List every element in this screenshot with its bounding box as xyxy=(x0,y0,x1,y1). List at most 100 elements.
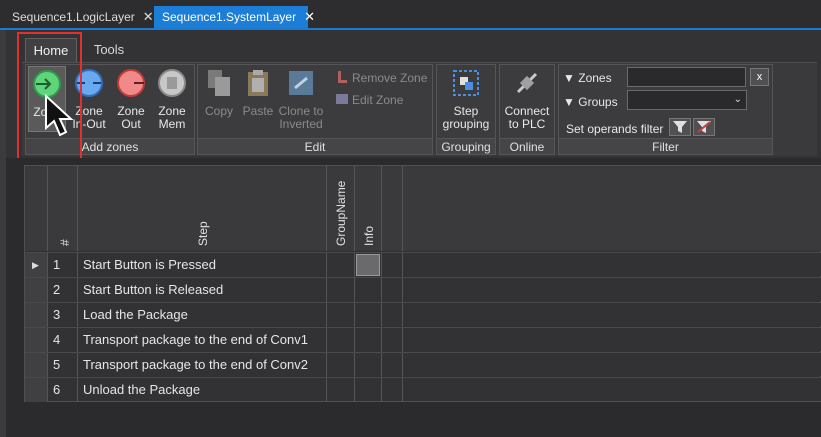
group-label: Filter xyxy=(559,138,772,154)
header-groupname-label: GroupName xyxy=(334,180,348,246)
groups-label: Groups xyxy=(578,95,618,109)
header-number[interactable]: # xyxy=(48,166,78,251)
step-grouping-label: Step grouping xyxy=(442,104,490,131)
header-extra xyxy=(382,166,403,251)
row-number: 3 xyxy=(48,303,78,327)
tab-logic-layer[interactable]: Sequence1.LogicLayer ✕ xyxy=(4,6,154,28)
table-row[interactable]: ▶ 1 Start Button is Pressed xyxy=(25,252,821,277)
zone-out-button[interactable]: Zone Out xyxy=(112,66,150,132)
zones-filter-input[interactable] xyxy=(627,67,746,87)
groups-filter-label: ▼ Groups xyxy=(563,92,618,112)
paste-button[interactable]: Paste xyxy=(239,66,277,132)
funnel-icon xyxy=(673,121,687,133)
row-info[interactable] xyxy=(355,328,382,352)
edit-zone-button[interactable]: Edit Zone xyxy=(336,90,403,110)
tab-system-layer[interactable]: Sequence1.SystemLayer ✕ xyxy=(154,6,315,28)
row-number: 1 xyxy=(48,253,78,277)
close-icon[interactable]: ✕ xyxy=(304,9,315,24)
set-operands-filter-label: Set operands filter xyxy=(566,122,664,136)
operands-filter-button[interactable] xyxy=(669,118,691,136)
highlight-box xyxy=(17,32,82,161)
paste-icon xyxy=(248,70,268,96)
connect-to-plc-button[interactable]: Connect to PLC xyxy=(500,66,554,132)
row-info[interactable] xyxy=(355,353,382,377)
row-step[interactable]: Unload the Package xyxy=(78,378,327,402)
row-extra xyxy=(382,303,403,327)
row-groupname[interactable] xyxy=(327,328,355,352)
row-extra xyxy=(382,253,403,277)
row-indicator[interactable] xyxy=(25,303,48,327)
header-step-label: Step xyxy=(196,221,210,246)
funnel-icon: ▼ xyxy=(563,95,575,109)
zones-filter-label: ▼ Zones xyxy=(563,68,612,88)
table-row[interactable]: 3 Load the Package xyxy=(25,302,821,327)
ribbon-tab-tools[interactable]: Tools xyxy=(84,38,134,62)
copy-button[interactable]: Copy xyxy=(200,66,238,132)
row-extra xyxy=(382,278,403,302)
header-indicator xyxy=(25,166,48,251)
table-row[interactable]: 2 Start Button is Released xyxy=(25,277,821,302)
row-number: 2 xyxy=(48,278,78,302)
row-number: 4 xyxy=(48,328,78,352)
row-info[interactable] xyxy=(355,378,382,402)
chevron-down-icon: ⌄ xyxy=(733,94,742,105)
row-groupname[interactable] xyxy=(327,303,355,327)
groups-filter-select[interactable]: ⌄ xyxy=(627,90,747,110)
clone-to-inverted-button[interactable]: Clone to Inverted xyxy=(277,66,325,132)
step-grouping-icon xyxy=(453,70,479,96)
row-groupname[interactable] xyxy=(327,253,355,277)
row-number: 5 xyxy=(48,353,78,377)
zone-mem-label: Zone Mem xyxy=(158,104,186,131)
zone-mem-button[interactable]: Zone Mem xyxy=(153,66,191,132)
clear-operands-filter-button[interactable] xyxy=(693,118,715,136)
zones-label: Zones xyxy=(578,71,612,85)
row-groupname[interactable] xyxy=(327,278,355,302)
current-row-arrow-icon: ▶ xyxy=(32,260,39,270)
plug-icon xyxy=(516,72,538,94)
row-step[interactable]: Load the Package xyxy=(78,303,327,327)
info-cell-selected[interactable] xyxy=(356,254,380,276)
row-indicator[interactable] xyxy=(25,278,48,302)
group-label: Grouping xyxy=(437,138,495,154)
table-row[interactable]: 4 Transport package to the end of Conv1 xyxy=(25,327,821,352)
zone-mem-icon xyxy=(158,69,186,97)
clone-icon xyxy=(289,71,313,95)
copy-label: Copy xyxy=(204,104,233,118)
paste-label: Paste xyxy=(242,104,274,118)
group-label: Online xyxy=(500,138,554,154)
zone-out-icon xyxy=(117,69,145,97)
remove-zone-label: Remove Zone xyxy=(352,71,428,85)
row-indicator[interactable] xyxy=(25,328,48,352)
header-number-label: # xyxy=(58,239,72,246)
row-groupname[interactable] xyxy=(327,378,355,402)
step-grouping-button[interactable]: Step grouping xyxy=(437,66,495,132)
row-extra xyxy=(382,328,403,352)
row-extra xyxy=(382,378,403,402)
row-step[interactable]: Start Button is Released xyxy=(78,278,327,302)
row-indicator[interactable] xyxy=(25,353,48,377)
header-info[interactable]: Info xyxy=(355,166,382,251)
header-step[interactable]: Step xyxy=(78,166,327,251)
header-groupname[interactable]: GroupName xyxy=(327,166,355,251)
connect-label: Connect to PLC xyxy=(504,104,550,131)
row-info[interactable] xyxy=(355,253,382,277)
funnel-icon: ▼ xyxy=(563,71,575,85)
close-icon[interactable]: ✕ xyxy=(143,9,154,24)
clear-zones-filter-button[interactable]: x xyxy=(750,68,769,86)
row-groupname[interactable] xyxy=(327,353,355,377)
copy-icon xyxy=(208,70,230,96)
row-indicator[interactable]: ▶ xyxy=(25,253,48,277)
row-info[interactable] xyxy=(355,278,382,302)
clone-label: Clone to Inverted xyxy=(278,104,324,131)
table-row[interactable]: 5 Transport package to the end of Conv2 xyxy=(25,352,821,377)
row-info[interactable] xyxy=(355,303,382,327)
table-row[interactable]: 6 Unload the Package xyxy=(25,377,821,402)
row-step[interactable]: Start Button is Pressed xyxy=(78,253,327,277)
zone-out-label: Zone Out xyxy=(117,104,145,131)
funnel-clear-icon xyxy=(697,121,711,133)
row-step[interactable]: Transport package to the end of Conv1 xyxy=(78,328,327,352)
group-label: Edit xyxy=(198,138,432,154)
row-indicator[interactable] xyxy=(25,378,48,402)
row-step[interactable]: Transport package to the end of Conv2 xyxy=(78,353,327,377)
remove-zone-button[interactable]: Remove Zone xyxy=(336,68,427,88)
